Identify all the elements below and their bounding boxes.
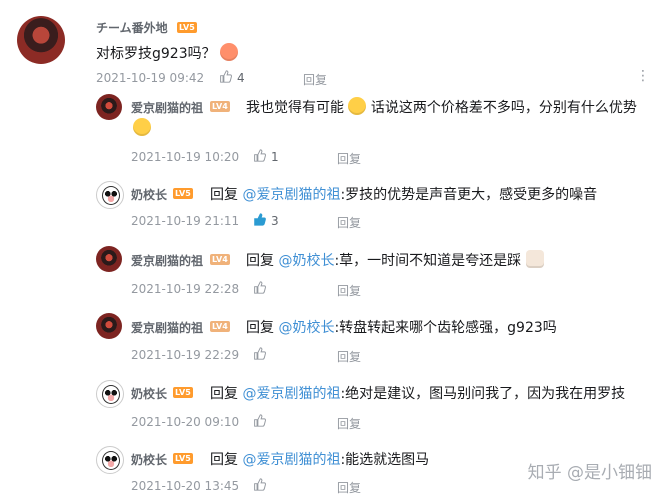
mention-link[interactable]: @爱京剧猫的祖 xyxy=(242,452,340,468)
username[interactable]: 爱京剧猫的祖 xyxy=(131,252,203,269)
reply-button[interactable]: 回复 xyxy=(337,214,361,231)
reply-word: 回复 xyxy=(210,452,238,468)
username[interactable]: 爱京剧猫的祖 xyxy=(131,319,203,336)
reply-button[interactable]: 回复 xyxy=(337,348,361,365)
watermark: 知乎 @是小钿钿 xyxy=(527,463,652,483)
avatar[interactable] xyxy=(96,380,124,408)
reply-word: 回复 xyxy=(246,253,274,269)
avatar[interactable] xyxy=(96,313,122,339)
reply-word: 回复 xyxy=(210,386,238,402)
reply-text: 回复 @爱京剧猫的祖:罗技的优势是声音更大，感受更多的噪音 xyxy=(210,184,597,204)
reply-word: 回复 xyxy=(246,320,274,336)
reply-text-content: :草，一时间不知道是夸还是踩 xyxy=(334,253,522,269)
reply-text-content: :绝对是建议，图马别问我了，因为我在用罗技 xyxy=(340,386,626,402)
username[interactable]: 奶校长 xyxy=(131,186,167,203)
level-badge: LV4 xyxy=(210,254,230,265)
username[interactable]: チーム番外地 xyxy=(96,19,168,36)
comment-date: 2021-10-19 22:29 xyxy=(131,348,240,362)
avatar[interactable] xyxy=(96,94,122,120)
level-badge: LV5 xyxy=(173,453,193,464)
like-icon[interactable] xyxy=(253,478,266,491)
reply-text-part: 话说这两个价格差不多吗，分别有什么优势 xyxy=(370,100,637,116)
reply-text-content: :转盘转起来哪个齿轮感强，g923吗 xyxy=(334,320,557,336)
reply-button[interactable]: 回复 xyxy=(303,71,327,88)
like-count: 3 xyxy=(271,214,279,228)
level-badge: LV4 xyxy=(210,321,230,332)
reply-text: 回复 @爱京剧猫的祖:能选就选图马 xyxy=(210,449,429,469)
like-icon[interactable] xyxy=(219,70,232,83)
username[interactable]: 奶校长 xyxy=(131,385,167,402)
reply-button[interactable]: 回复 xyxy=(337,282,361,299)
like-icon[interactable] xyxy=(253,414,266,427)
reply-text: 回复 @奶校长:草，一时间不知道是夸还是踩 xyxy=(246,250,544,270)
reply-text-part: 我也觉得有可能 xyxy=(246,100,344,116)
more-options-icon[interactable]: ⋮ xyxy=(636,68,650,84)
reply-button[interactable]: 回复 xyxy=(337,415,361,432)
emoji-icon xyxy=(525,250,544,268)
reply-text-content: :能选就选图马 xyxy=(340,452,430,468)
comment-text: 对标罗技g923吗？ xyxy=(96,43,239,63)
like-icon[interactable] xyxy=(253,281,266,294)
comment-date: 2021-10-20 13:45 xyxy=(131,479,240,493)
avatar[interactable] xyxy=(96,446,124,474)
avatar[interactable] xyxy=(96,181,124,209)
emoji-icon xyxy=(220,43,239,61)
reply-text: 回复 @奶校长:转盘转起来哪个齿轮感强，g923吗 xyxy=(246,317,557,337)
like-icon[interactable] xyxy=(253,347,266,360)
mention-link[interactable]: @爱京剧猫的祖 xyxy=(242,386,340,402)
reply-button[interactable]: 回复 xyxy=(337,150,361,167)
comment-date: 2021-10-20 09:10 xyxy=(131,415,240,429)
emoji-icon xyxy=(133,118,151,137)
reply-text: 我也觉得有可能 话说这两个价格差不多吗，分别有什么优势 xyxy=(246,97,637,117)
like-icon[interactable] xyxy=(253,149,266,162)
avatar[interactable] xyxy=(17,16,65,64)
username[interactable]: 奶校长 xyxy=(131,451,167,468)
mention-link[interactable]: @爱京剧猫的祖 xyxy=(242,187,340,203)
like-count: 4 xyxy=(237,71,245,85)
level-badge: LV5 xyxy=(173,188,193,199)
reply-button[interactable]: 回复 xyxy=(337,479,361,496)
reply-text-content: :罗技的优势是声音更大，感受更多的噪音 xyxy=(340,187,598,203)
comment-text-content: 对标罗技g923吗？ xyxy=(96,46,216,62)
level-badge: LV4 xyxy=(210,101,230,112)
like-icon-active[interactable] xyxy=(253,213,266,226)
reply-word: 回复 xyxy=(210,187,238,203)
comment-date: 2021-10-19 09:42 xyxy=(96,71,205,85)
avatar[interactable] xyxy=(96,246,122,272)
mention-link[interactable]: @奶校长 xyxy=(278,253,334,269)
like-count: 1 xyxy=(271,150,279,164)
emoji-icon xyxy=(348,97,367,115)
comment-date: 2021-10-19 22:28 xyxy=(131,282,240,296)
username[interactable]: 爱京剧猫的祖 xyxy=(131,99,203,116)
level-badge: LV5 xyxy=(173,387,193,398)
level-badge: LV5 xyxy=(177,22,197,33)
comment-date: 2021-10-19 21:11 xyxy=(131,214,240,228)
reply-text: 回复 @爱京剧猫的祖:绝对是建议，图马别问我了，因为我在用罗技 xyxy=(210,383,625,403)
mention-link[interactable]: @奶校长 xyxy=(278,320,334,336)
comment-date: 2021-10-19 10:20 xyxy=(131,150,240,164)
